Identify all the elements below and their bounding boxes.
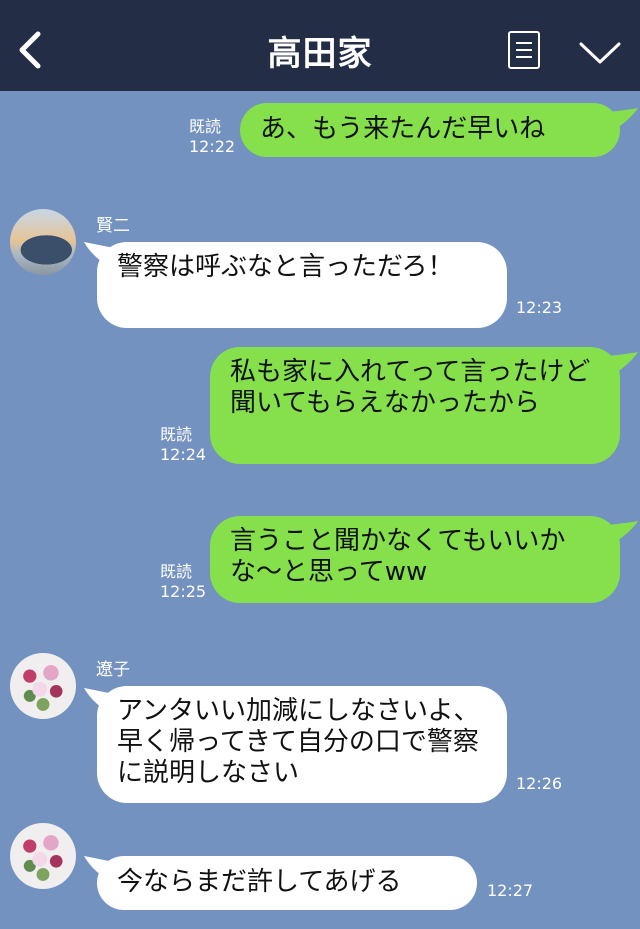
message-bubble[interactable]: アンタいい加減にしなさいよ、早く帰ってきて自分の口で警察に説明しなさい (97, 686, 507, 803)
avatar[interactable] (10, 653, 76, 719)
message-time: 12:23 (516, 298, 563, 317)
bubble-tail (608, 108, 638, 130)
read-receipt: 既読 12:22 (189, 117, 236, 156)
message-bubble[interactable]: 私も家に入れてって言ったけど聞いてもらえなかったから (210, 347, 620, 464)
message-time: 12:26 (516, 774, 563, 793)
message-bubble[interactable]: 言うこと聞かなくてもいいかな〜と思ってww (210, 516, 620, 603)
avatar[interactable] (10, 823, 76, 889)
chat-header: 高田家 (0, 0, 640, 91)
avatar[interactable] (10, 209, 76, 275)
message-bubble[interactable]: 警察は呼ぶなと言っただろ！ (97, 242, 507, 328)
read-receipt: 既読 12:25 (160, 562, 207, 601)
read-receipt: 既読 12:24 (160, 425, 207, 464)
message-time: 12:27 (487, 881, 534, 900)
message-bubble[interactable]: あ、もう来たんだ早いね (240, 103, 620, 157)
message-bubble[interactable]: 今ならまだ許してあげる (97, 856, 477, 910)
chevron-down-icon[interactable] (578, 40, 622, 66)
sender-name: 遼子 (96, 660, 130, 680)
bubble-tail (608, 352, 638, 374)
chat-title: 高田家 (267, 34, 373, 74)
bubble-tail (608, 521, 638, 543)
sender-name: 賢二 (96, 216, 130, 236)
menu-list-icon[interactable] (508, 31, 540, 69)
